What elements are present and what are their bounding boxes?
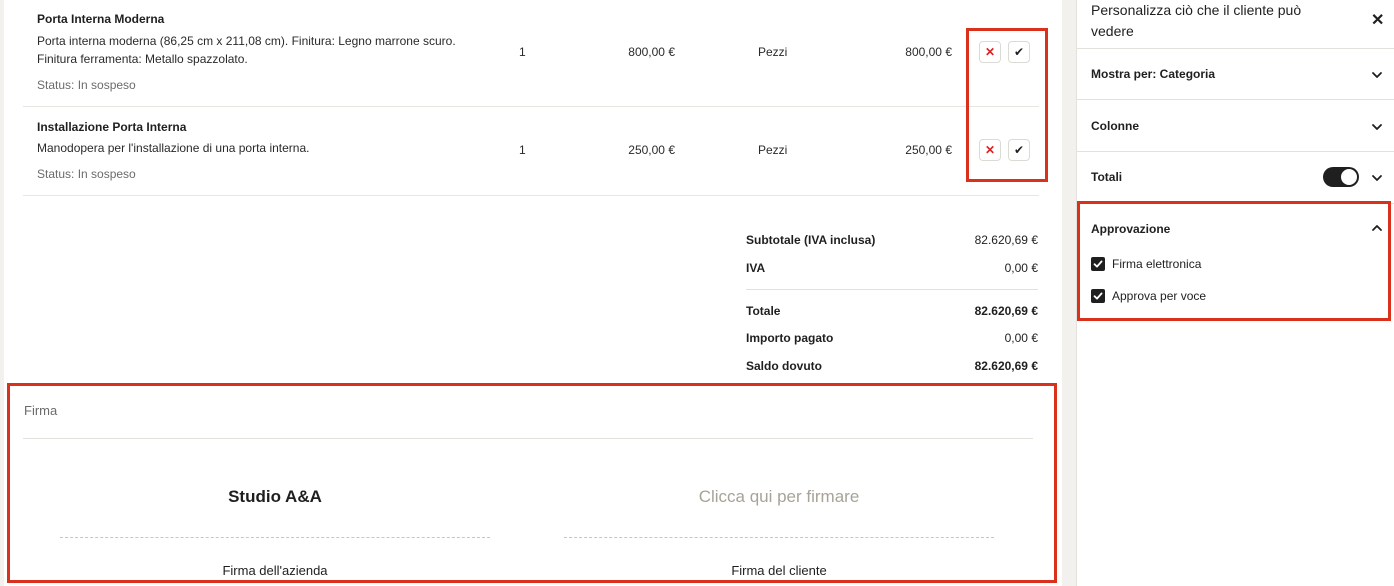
- totals-label: Totali: [1091, 170, 1123, 184]
- total-value: 82.620,69 €: [974, 304, 1038, 318]
- item-quantity: 1: [519, 143, 526, 157]
- columns-row[interactable]: Colonne: [1077, 99, 1394, 151]
- document-area: Porta Interna Moderna Porta interna mode…: [4, 0, 1062, 586]
- item-title: Porta Interna Moderna: [37, 12, 165, 26]
- subtotal-label: Subtotale (IVA inclusa): [746, 233, 876, 247]
- table-row: Porta Interna Moderna Porta interna mode…: [23, 0, 1039, 107]
- total-label: Totale: [746, 304, 781, 318]
- columns-label: Colonne: [1091, 119, 1139, 133]
- customize-panel: Personalizza ciò che il cliente può vede…: [1076, 0, 1394, 586]
- close-icon: ✕: [1371, 12, 1385, 29]
- close-panel-button[interactable]: ✕: [1371, 10, 1384, 30]
- highlight-approval: [1077, 201, 1391, 321]
- show-by-row[interactable]: Mostra per: Categoria: [1077, 48, 1394, 100]
- show-by-label: Mostra per: Categoria: [1091, 67, 1216, 81]
- iva-value: 0,00 €: [1004, 261, 1038, 275]
- totals-toggle[interactable]: [1323, 167, 1359, 187]
- totals-divider: [746, 289, 1038, 290]
- item-unit-price: 800,00 €: [628, 45, 675, 59]
- totals-row[interactable]: Totali: [1077, 151, 1394, 203]
- table-row: Installazione Porta Interna Manodopera p…: [23, 107, 1039, 196]
- paid-value: 0,00 €: [1004, 331, 1038, 345]
- chevron-down-icon: [1372, 175, 1382, 181]
- item-unit: Pezzi: [758, 45, 788, 59]
- item-description: Porta interna moderna (86,25 cm x 211,08…: [37, 34, 456, 66]
- subtotal-value: 82.620,69 €: [974, 233, 1038, 247]
- item-quantity: 1: [519, 45, 526, 59]
- item-description: Manodopera per l'installazione di una po…: [37, 141, 310, 155]
- chevron-down-icon: [1372, 72, 1382, 78]
- item-status: Status: In sospeso: [37, 78, 136, 92]
- due-label: Saldo dovuto: [746, 359, 822, 373]
- highlight-signature: [7, 383, 1057, 583]
- item-unit-price: 250,00 €: [628, 143, 675, 157]
- item-total: 250,00 €: [905, 143, 952, 157]
- chevron-down-icon: [1372, 124, 1382, 130]
- scroll-gutter: [1062, 0, 1076, 586]
- item-title: Installazione Porta Interna: [37, 120, 187, 134]
- item-unit: Pezzi: [758, 143, 788, 157]
- item-status: Status: In sospeso: [37, 167, 136, 181]
- toggle-knob: [1341, 169, 1357, 185]
- panel-title: Personalizza ciò che il cliente può vede…: [1091, 2, 1302, 39]
- highlight-item-actions: [966, 28, 1048, 182]
- iva-label: IVA: [746, 261, 766, 275]
- due-value: 82.620,69 €: [974, 359, 1038, 373]
- paid-label: Importo pagato: [746, 331, 834, 345]
- item-total: 800,00 €: [905, 45, 952, 59]
